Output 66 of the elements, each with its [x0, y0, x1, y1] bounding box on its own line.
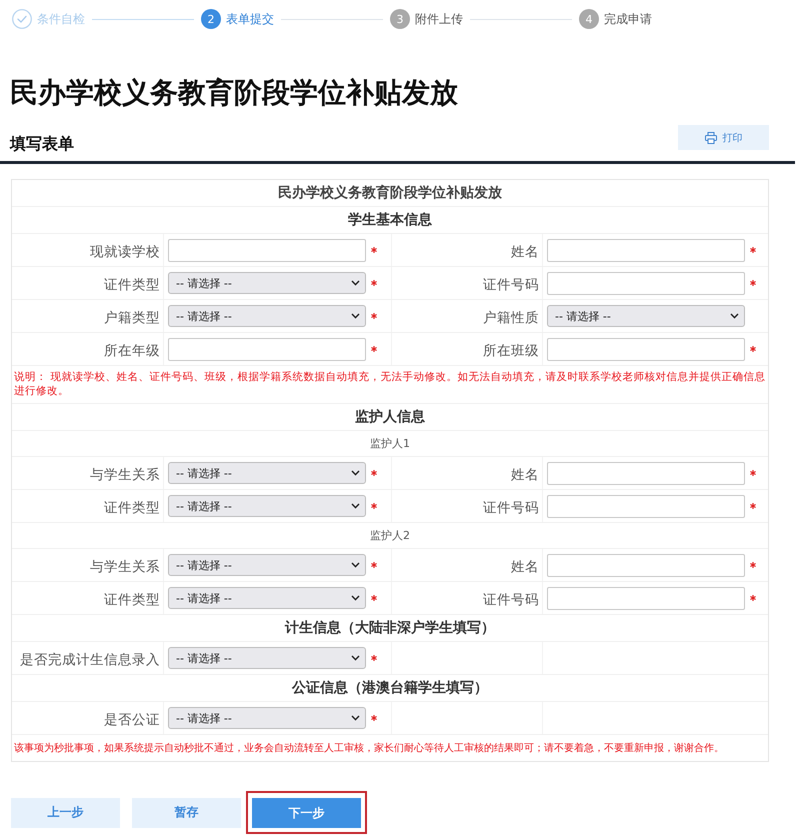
step-label: 附件上传	[415, 10, 463, 28]
text-input[interactable]	[547, 554, 745, 576]
field-label: 所在班级	[483, 342, 539, 360]
field-label: 姓名	[511, 243, 539, 261]
field-label: 户籍性质	[483, 309, 539, 327]
chevron-down-icon	[351, 280, 360, 286]
step-label: 表单提交	[226, 10, 274, 28]
select-field[interactable]: -- 请选择 --	[168, 495, 366, 517]
field-label: 是否完成计生信息录入	[20, 651, 160, 669]
select-field[interactable]: -- 请选择 --	[168, 305, 366, 327]
text-input[interactable]	[547, 494, 745, 518]
field-label: 与学生关系	[90, 558, 160, 576]
form-title: 民办学校义务教育阶段学位补贴发放	[278, 184, 502, 202]
text-input[interactable]	[547, 462, 745, 484]
select-field[interactable]: -- 请选择 --	[168, 587, 366, 609]
chevron-down-icon	[351, 562, 360, 568]
text-input[interactable]	[168, 238, 366, 262]
field-label: 所在年级	[104, 342, 160, 360]
step-number: 2	[201, 9, 221, 29]
printer-icon	[704, 132, 716, 144]
field-label: 证件类型	[104, 591, 160, 609]
select-field[interactable]: -- 请选择 --	[168, 647, 366, 669]
field-label: 证件号码	[483, 591, 539, 609]
print-button[interactable]: 打印	[678, 125, 769, 150]
chevron-down-icon	[351, 503, 360, 509]
chevron-down-icon	[730, 313, 739, 319]
field-label: 证件号码	[483, 499, 539, 517]
select-field[interactable]: -- 请选择 --	[168, 554, 366, 576]
chevron-down-icon	[351, 313, 360, 319]
field-label: 与学生关系	[90, 466, 160, 484]
step-label: 完成申请	[604, 10, 652, 28]
text-input[interactable]	[547, 238, 745, 262]
text-input[interactable]	[547, 586, 745, 610]
section-heading: 公证信息（港澳台籍学生填写）	[292, 679, 488, 697]
field-label: 证件类型	[104, 499, 160, 517]
page-title: 民办学校义务教育阶段学位补贴发放	[10, 75, 458, 111]
step-number: 3	[390, 9, 410, 29]
section-heading: 学生基本信息	[348, 211, 432, 229]
section-heading: 监护人信息	[355, 408, 425, 426]
field-label: 证件类型	[104, 276, 160, 294]
select-field[interactable]: -- 请选择 --	[168, 462, 366, 484]
subsection-label: 监护人2	[370, 528, 410, 543]
note-text: 说明： 现就读学校、姓名、证件号码、班级，根据学籍系统数据自动填充，无法手动修改。如无法自动填充，请及时联系学校老师核对信息并提供正确信息进行修改。	[14, 370, 766, 398]
field-label: 现就读学校	[90, 243, 160, 261]
select-field[interactable]: -- 请选择 --	[547, 305, 745, 327]
text-input[interactable]	[547, 272, 745, 294]
section-heading: 计生信息（大陆非深户学生填写）	[285, 619, 495, 637]
notice-text: 该事项为秒批事项，如果系统提示自动秒批不通过，业务会自动流转至人工审核，家长们耐心等待人工审核的结果即可；请不要着急，不要重新申报，谢谢合作。	[14, 742, 725, 755]
subsection-label: 监护人1	[370, 436, 410, 451]
field-label: 姓名	[511, 466, 539, 484]
chevron-down-icon	[351, 715, 360, 721]
step-label: 条件自检	[37, 10, 85, 28]
chevron-down-icon	[351, 595, 360, 601]
field-label: 是否公证	[104, 711, 160, 729]
field-label: 姓名	[511, 558, 539, 576]
text-input[interactable]	[547, 338, 745, 360]
text-input[interactable]	[168, 338, 366, 360]
field-label: 户籍类型	[104, 309, 160, 327]
step-number: 4	[579, 9, 599, 29]
chevron-down-icon	[351, 655, 360, 661]
field-label: 证件号码	[483, 276, 539, 294]
section-title: 填写表单	[10, 135, 74, 153]
chevron-down-icon	[351, 470, 360, 476]
select-field[interactable]: -- 请选择 --	[168, 272, 366, 294]
check-circle-icon	[12, 9, 32, 29]
select-field[interactable]: -- 请选择 --	[168, 707, 366, 729]
